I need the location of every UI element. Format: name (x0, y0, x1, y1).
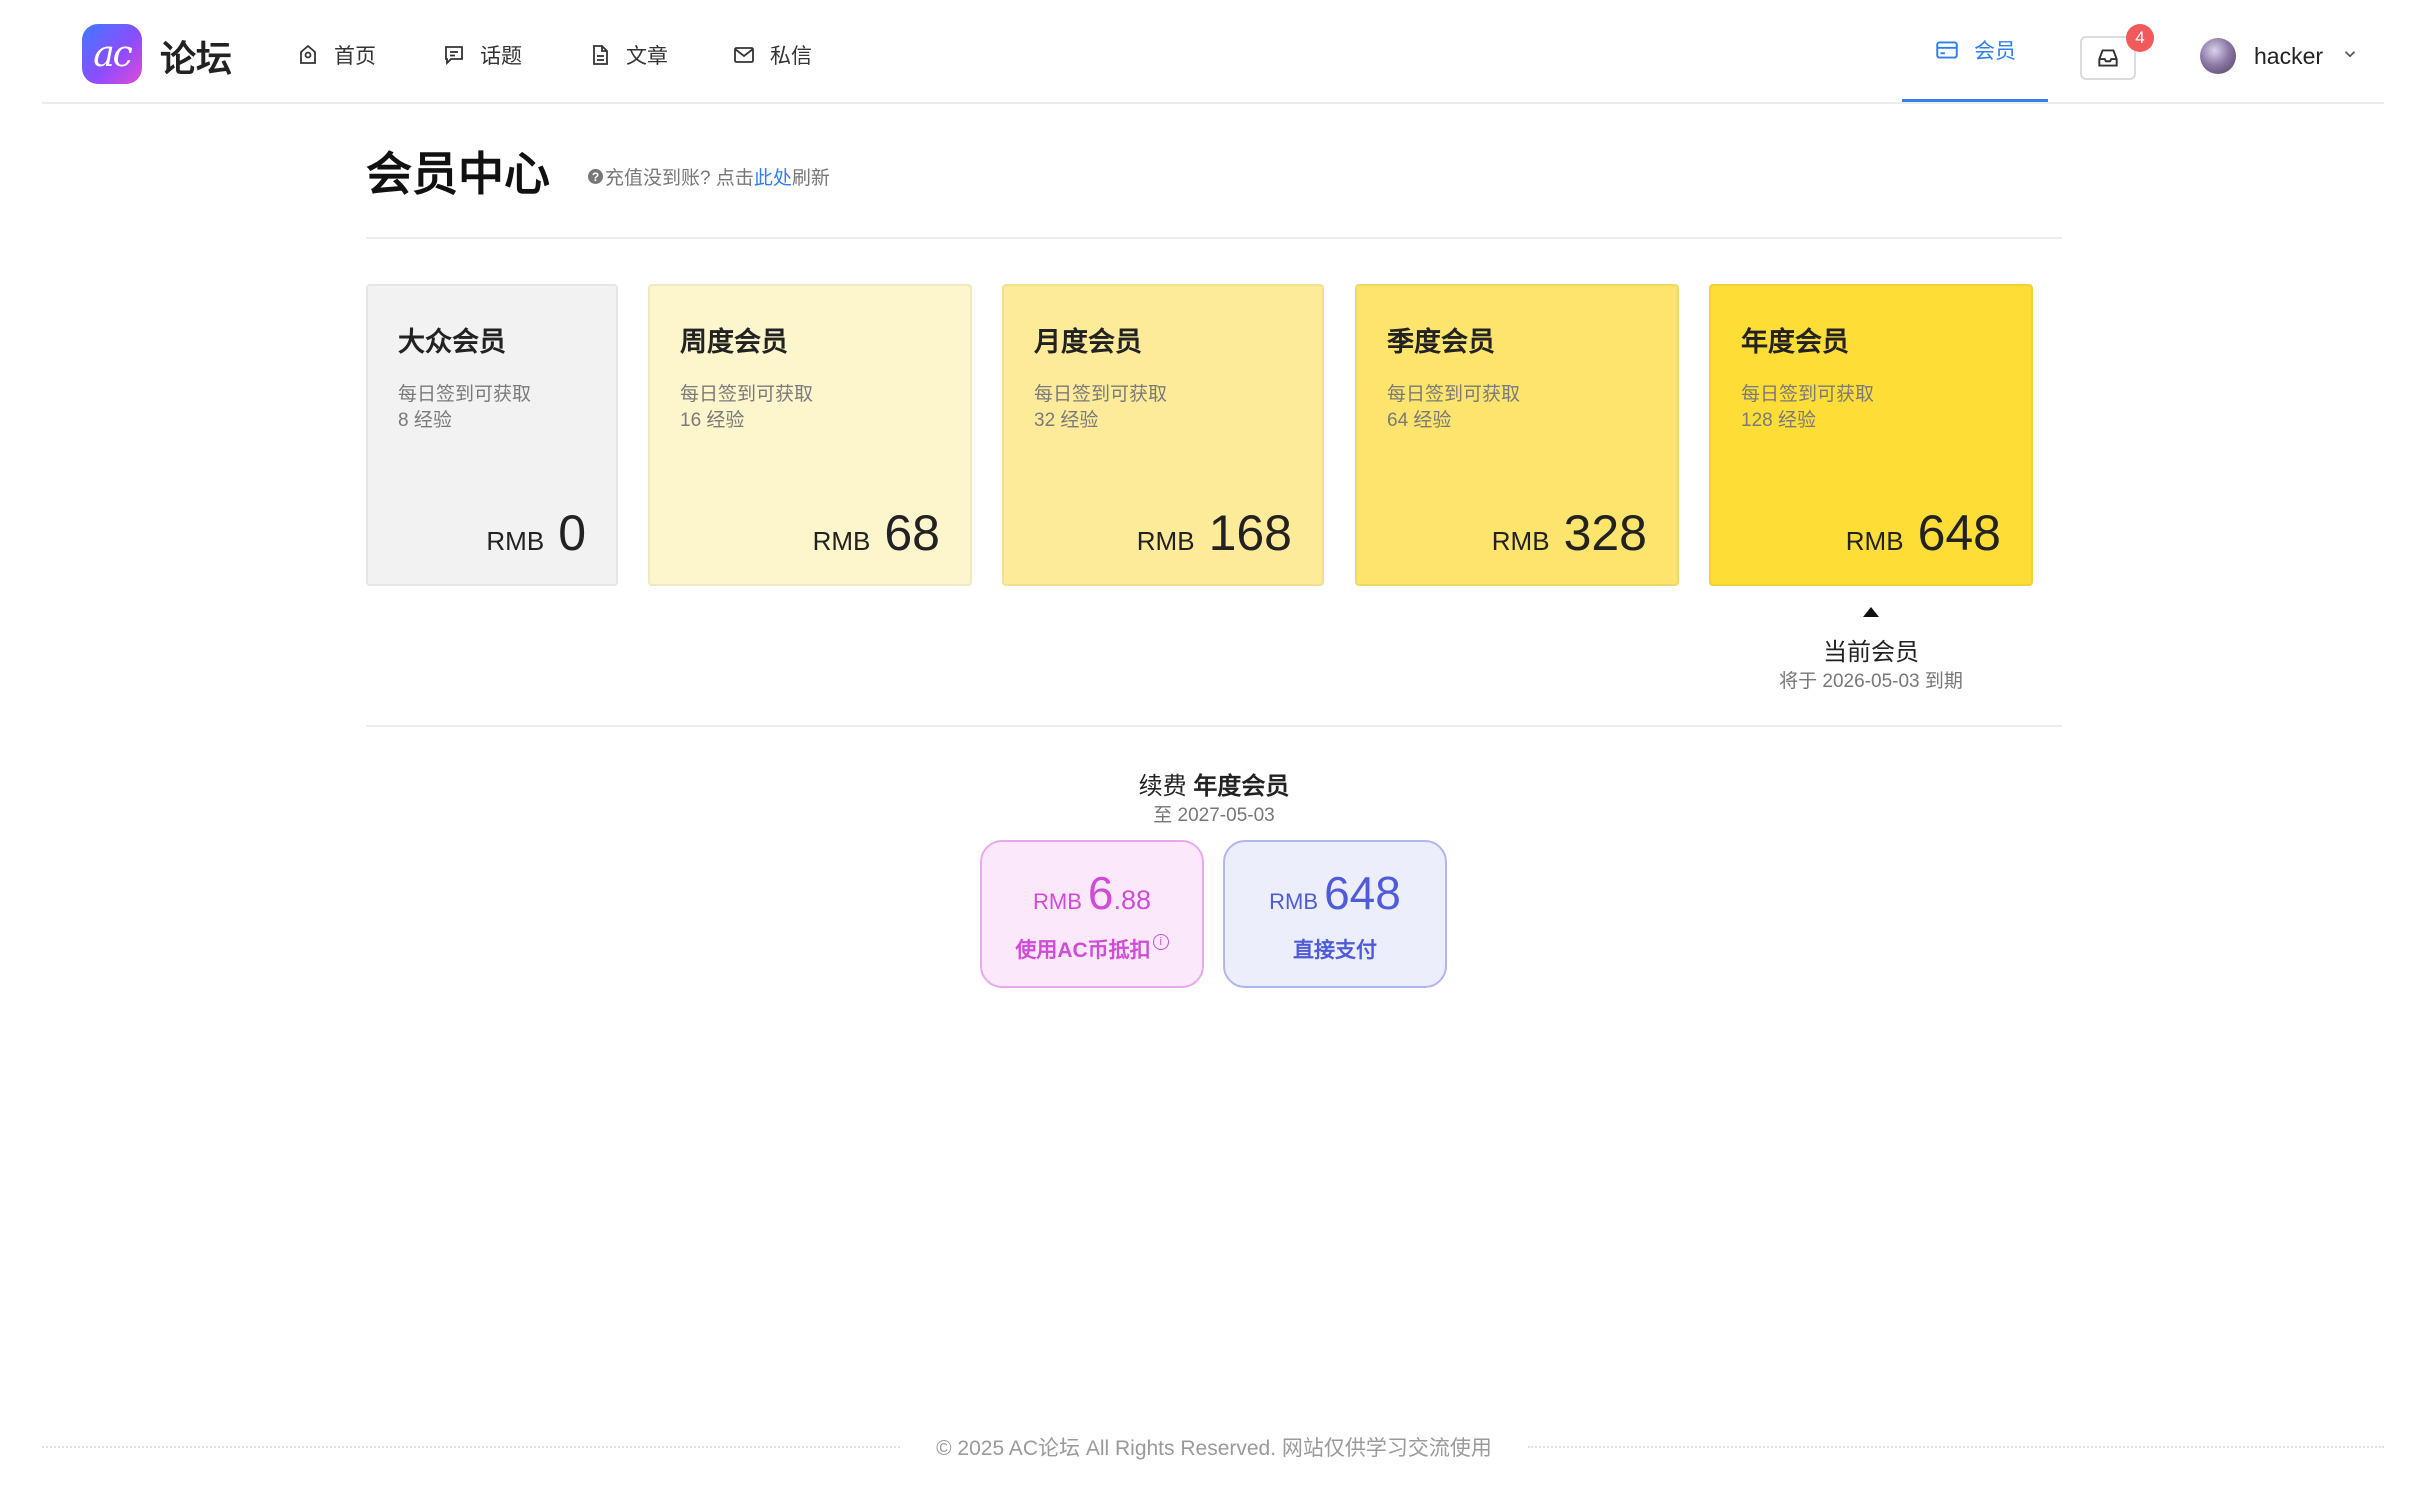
tier-description: 每日签到可获取 32 经验 (1034, 382, 1167, 434)
tier-price: RMB 0 (486, 504, 586, 562)
pay-currency: RMB (1032, 889, 1082, 914)
card-icon (1936, 40, 1958, 59)
nav-membership-tab[interactable]: 会员 (1902, 0, 2048, 102)
page-title: 会员中心 (366, 148, 550, 200)
logo-icon[interactable]: ac (82, 24, 142, 84)
tier-amount: 168 (1208, 505, 1292, 561)
tier-desc-line: 每日签到可获取 (1387, 384, 1521, 405)
nav-articles-label: 文章 (626, 45, 668, 68)
refresh-link[interactable]: 此处 (754, 163, 792, 190)
pay-label-text: 使用AC币抵扣 (1015, 939, 1151, 962)
tier-exp: 32 经验 (1034, 410, 1099, 431)
nav-articles[interactable]: 文章 (588, 38, 668, 72)
footer-divider (42, 1446, 900, 1448)
divider (366, 725, 2062, 727)
tier-exp: 64 经验 (1387, 410, 1452, 431)
tier-description: 每日签到可获取 8 经验 (398, 382, 531, 434)
tier-amount: 0 (558, 505, 586, 561)
home-icon (300, 44, 316, 64)
current-tier-expiry: 将于 2026-05-03 到期 (1779, 671, 1963, 692)
pay-price: RMB 6.88 (982, 866, 1202, 920)
nav-membership-label: 会员 (1974, 39, 2016, 63)
pay-price: RMB 648 (1225, 866, 1445, 920)
nav-messages-label: 私信 (770, 45, 812, 68)
tier-description: 每日签到可获取 64 经验 (1387, 382, 1520, 434)
username[interactable]: hacker (2254, 43, 2323, 70)
help-icon: ? (588, 169, 603, 184)
current-tier-label: 当前会员 (1823, 639, 1919, 666)
info-icon[interactable]: i (1152, 934, 1169, 950)
chat-icon (445, 46, 463, 66)
inbox-icon (2098, 49, 2118, 67)
tier-description: 每日签到可获取 16 经验 (680, 382, 813, 434)
recharge-note-prefix: 充值没到账? 点击 (605, 168, 754, 189)
recharge-note-suffix: 刷新 (791, 168, 830, 189)
site-name[interactable]: 论坛 (160, 30, 232, 82)
tier-currency: RMB (1491, 526, 1550, 556)
tier-name: 季度会员 (1387, 327, 1495, 357)
tier-card-public[interactable]: 大众会员 每日签到可获取 8 经验 RMB 0 (366, 284, 618, 586)
renew-title: 续费 年度会员 (1014, 766, 1414, 801)
tier-price: RMB 68 (813, 504, 940, 562)
footer-copyright: © 2025 AC论坛 All Rights Reserved. 网站仅供学习交… (936, 1437, 1492, 1460)
tier-currency: RMB (812, 526, 871, 556)
tier-desc-line: 每日签到可获取 (680, 384, 814, 405)
top-navbar: ac 论坛 首页 话题 文章 私信 会员 4 hacker (42, 0, 2384, 104)
tier-amount: 68 (884, 505, 940, 561)
nav-home[interactable]: 首页 (296, 38, 376, 72)
tier-description: 每日签到可获取 128 经验 (1741, 382, 1874, 434)
tier-price: RMB 648 (1846, 504, 2001, 562)
tier-card-weekly[interactable]: 周度会员 每日签到可获取 16 经验 RMB 68 (648, 284, 972, 586)
tier-exp: 16 经验 (680, 410, 745, 431)
document-icon (593, 45, 608, 65)
mail-icon (734, 47, 754, 63)
avatar[interactable] (2200, 38, 2236, 74)
tier-exp: 128 经验 (1741, 410, 1816, 431)
tier-name: 月度会员 (1034, 327, 1142, 357)
notification-badge: 4 (2126, 24, 2154, 52)
pay-amount-int: 6 (1087, 867, 1114, 919)
tier-currency: RMB (1136, 526, 1195, 556)
tier-card-quarterly[interactable]: 季度会员 每日签到可获取 64 经验 RMB 328 (1355, 284, 1679, 586)
tier-desc-line: 每日签到可获取 (1034, 384, 1168, 405)
pay-direct-button[interactable]: RMB 648 直接支付 (1223, 840, 1447, 988)
tier-name: 周度会员 (680, 327, 788, 357)
footer-divider (1528, 1446, 2384, 1448)
pay-amount-int: 648 (1324, 867, 1401, 919)
pay-label: 使用AC币抵扣 i (982, 934, 1202, 964)
nav-home-label: 首页 (334, 45, 376, 68)
current-tier-arrow-icon (1863, 607, 1879, 617)
pay-amount-dec: .88 (1113, 885, 1152, 915)
pay-with-ac-coin-button[interactable]: RMB 6.88 使用AC币抵扣 i (980, 840, 1204, 988)
tier-price: RMB 168 (1137, 504, 1292, 562)
tier-name: 年度会员 (1741, 327, 1849, 357)
nav-topics[interactable]: 话题 (442, 38, 522, 72)
recharge-note: ? 充值没到账? 点击 此处 刷新 (588, 163, 830, 190)
tier-card-yearly[interactable]: 年度会员 每日签到可获取 128 经验 RMB 648 (1709, 284, 2033, 586)
tier-desc-line: 每日签到可获取 (1741, 384, 1875, 405)
tier-amount: 328 (1563, 505, 1647, 561)
divider (366, 237, 2062, 239)
tier-price: RMB 328 (1492, 504, 1647, 562)
renew-tier: 年度会员 (1193, 773, 1290, 800)
user-menu[interactable]: hacker (2200, 38, 2359, 74)
tier-card-monthly[interactable]: 月度会员 每日签到可获取 32 经验 RMB 168 (1002, 284, 1324, 586)
renew-prefix: 续费 (1138, 773, 1187, 800)
nav-messages[interactable]: 私信 (732, 38, 812, 72)
tier-name: 大众会员 (398, 327, 506, 357)
tier-currency: RMB (1845, 526, 1904, 556)
tier-desc-line: 每日签到可获取 (398, 384, 532, 405)
tier-currency: RMB (486, 526, 545, 556)
pay-currency: RMB (1269, 889, 1319, 914)
pay-label: 直接支付 (1293, 939, 1377, 962)
renew-until: 至 2027-05-03 (1153, 805, 1275, 826)
chevron-down-icon[interactable] (2341, 45, 2359, 68)
tier-amount: 648 (1917, 505, 2001, 561)
nav-topics-label: 话题 (480, 45, 522, 68)
tier-exp: 8 经验 (398, 410, 452, 431)
